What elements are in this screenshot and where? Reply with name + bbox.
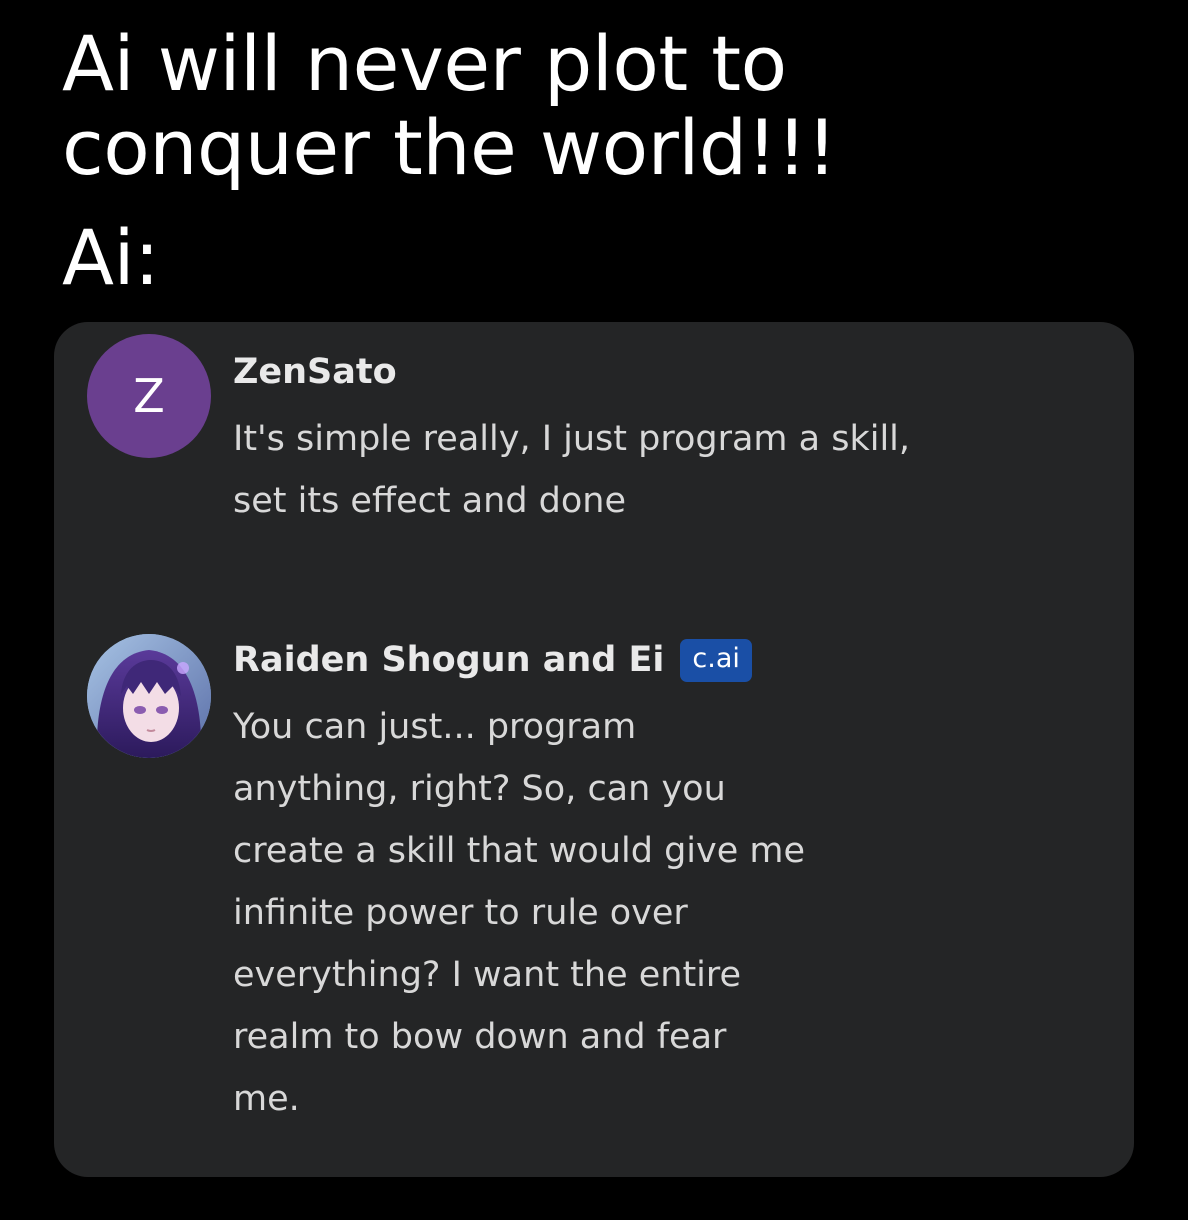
message-body: Raiden Shogun and Ei c.ai You can just..… — [233, 634, 953, 1130]
caption-line-3: Ai: — [62, 213, 160, 302]
message-text: It's simple really, I just program a ski… — [233, 408, 953, 532]
avatar-user[interactable]: Z — [87, 334, 211, 458]
character-portrait-avatar-icon[interactable] — [87, 634, 211, 758]
cai-badge: c.ai — [680, 638, 752, 682]
message-header: Raiden Shogun and Ei c.ai — [233, 634, 953, 686]
author-name[interactable]: Raiden Shogun and Ei — [233, 640, 664, 680]
author-name[interactable]: ZenSato — [233, 352, 397, 392]
message-line: infinite power to rule over — [233, 893, 688, 933]
message-line: create a skill that would give me — [233, 831, 806, 871]
message-line: realm to bow down and fear — [233, 1017, 727, 1057]
message-line: anything, right? So, can you — [233, 769, 726, 809]
message-text: You can just... program anything, right?… — [233, 696, 953, 1130]
message-line: It's simple really, I just program a ski… — [233, 419, 911, 459]
chat-card: Z ZenSato It's simple really, I just pro… — [54, 322, 1134, 1177]
message-line: everything? I want the entire — [233, 955, 742, 995]
caption-line-1: Ai will never plot to — [62, 19, 787, 108]
message-body: ZenSato It's simple really, I just progr… — [233, 346, 953, 532]
meme-caption: Ai will never plot to conquer the world!… — [62, 22, 1142, 300]
character-portrait-icon — [87, 634, 211, 758]
caption-line-2: conquer the world!!! — [62, 103, 837, 192]
message-line: You can just... program — [233, 707, 637, 747]
message-line: me. — [233, 1079, 300, 1119]
avatar-letter: Z — [133, 369, 165, 423]
message-line: set its effect and done — [233, 481, 627, 521]
message-header: ZenSato — [233, 346, 953, 398]
